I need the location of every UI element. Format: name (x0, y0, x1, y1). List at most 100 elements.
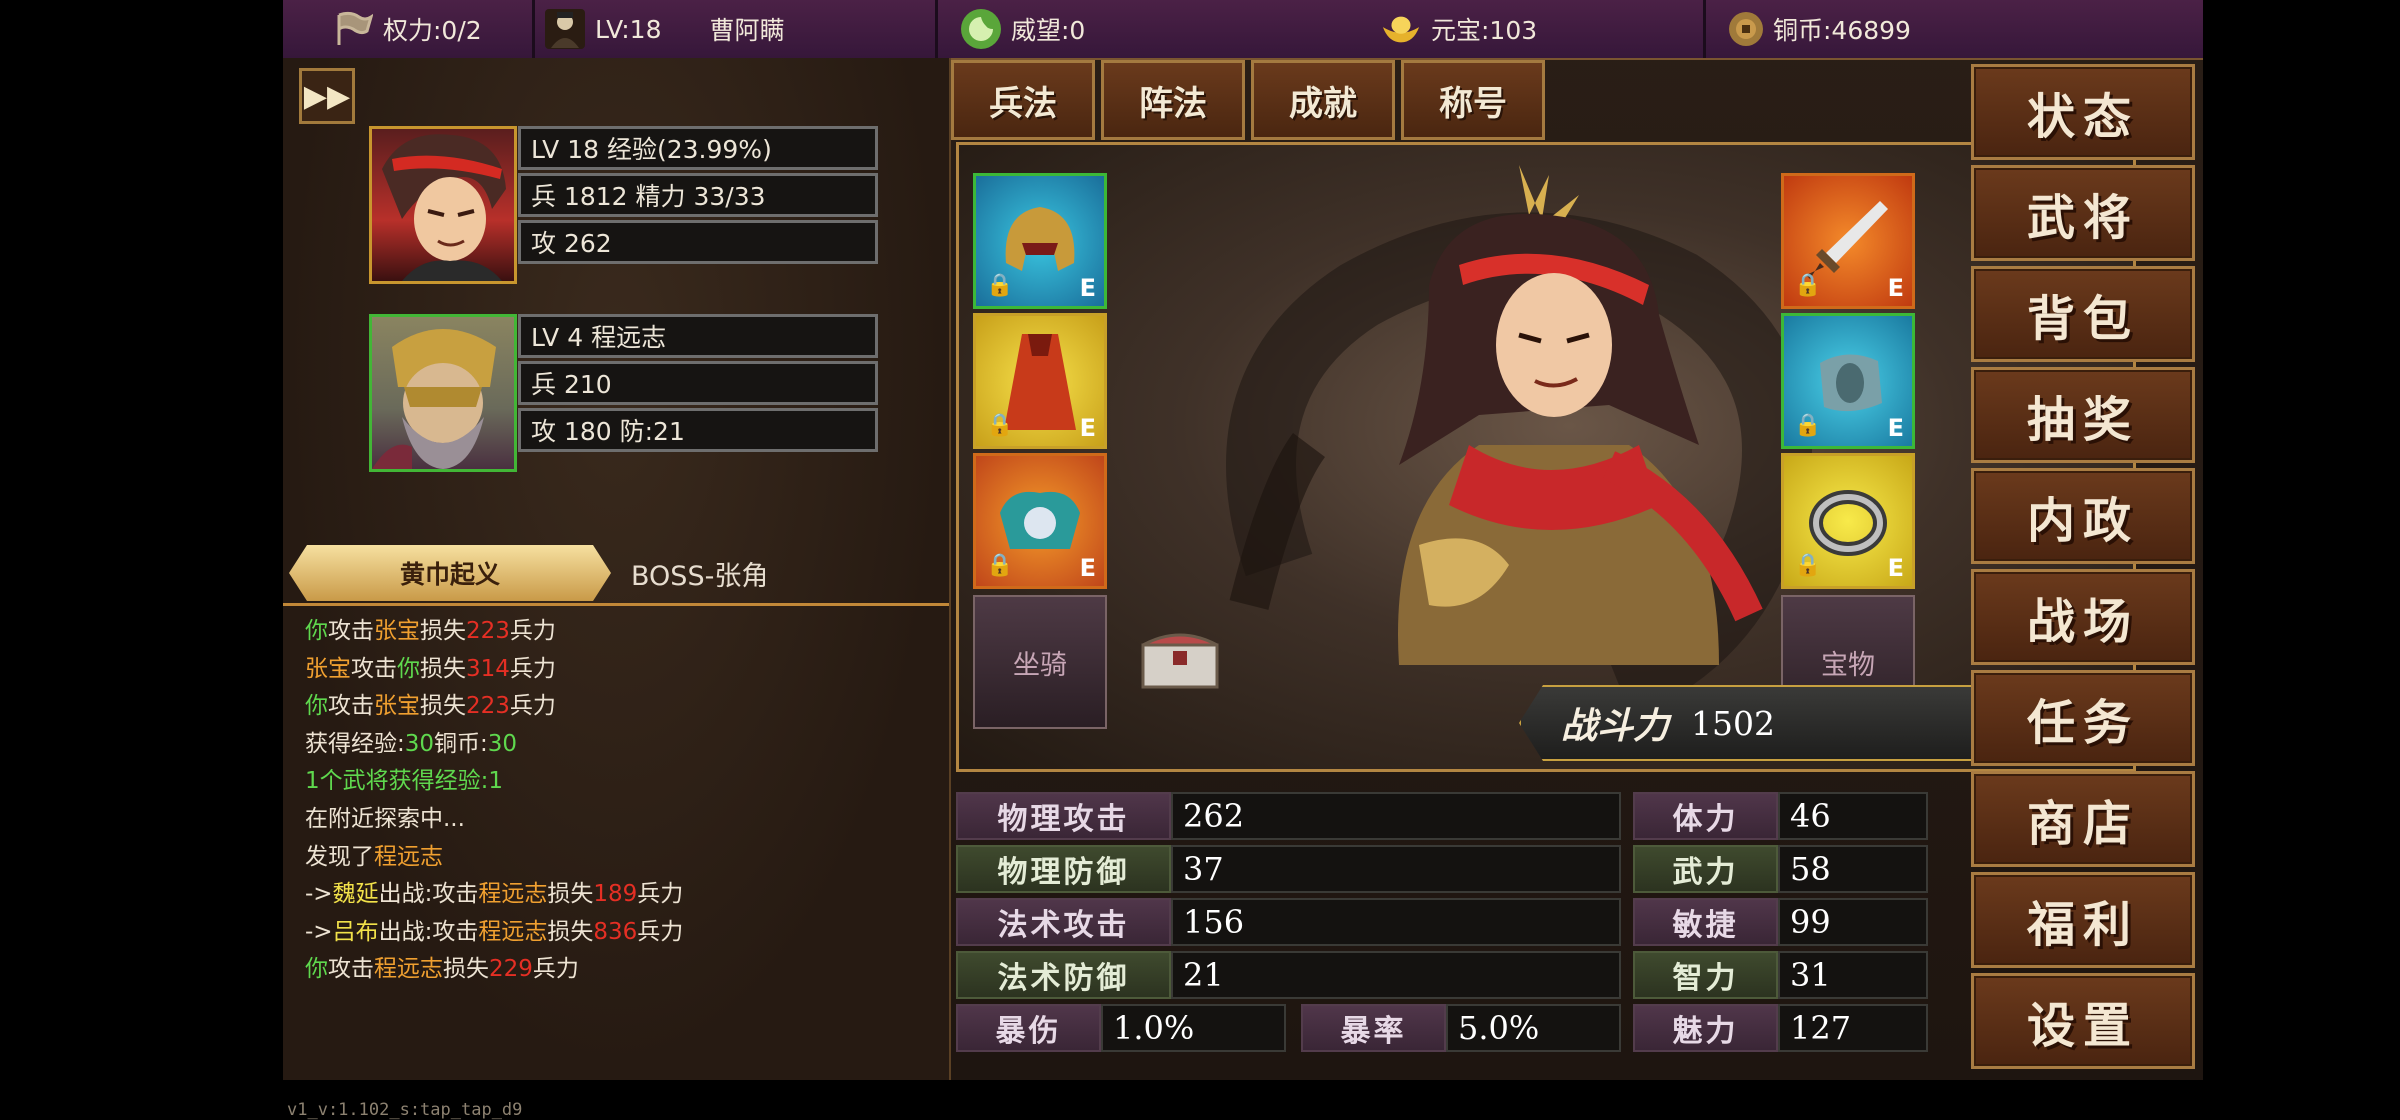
log-line: 获得经验:30铜币:30 (305, 730, 518, 757)
combat-power-value: 1502 (1691, 703, 1775, 743)
stat-value: 1.0% (1101, 1004, 1286, 1052)
character-stage: 🔒 E 🔒 E 🔒 E 坐骑 🔒 E 🔒 E 🔒 E 宝物 战斗力 1502 (956, 142, 2136, 772)
quest-bar: 黄巾起义 BOSS-张角 (283, 543, 949, 606)
log-line: 发现了程远志 (305, 843, 443, 870)
equip-label: E (1887, 274, 1904, 302)
stat-value: 156 (1171, 898, 1621, 946)
hero2-level-name: LV 4 程远志 (518, 314, 878, 358)
attribute-stats: 物理攻击 262 物理防御 37 法术攻击 156 法术防御 21 暴伤 1.0… (956, 782, 2136, 1072)
prestige-text: 威望:0 (1011, 16, 1086, 45)
hero2-stats: LV 4 程远志 兵 210 攻 180 防:21 (518, 314, 878, 455)
menu-domestic-button[interactable]: 内政 (1971, 468, 2195, 564)
menu-bag-button[interactable]: 背包 (1971, 266, 2195, 362)
stat-label: 暴率 (1301, 1004, 1446, 1052)
copper-text: 铜币:46899 (1773, 16, 1911, 45)
version-text: v1_v:1.102_s:tap_tap_d9 (287, 1100, 523, 1120)
mount-slot[interactable]: 坐骑 (973, 595, 1107, 729)
menu-lottery-button[interactable]: 抽奖 (1971, 367, 2195, 463)
log-line: 你攻击张宝损失223兵力 (305, 693, 556, 720)
cloak-slot[interactable]: 🔒 E (973, 313, 1107, 449)
battle-log: 你攻击张宝损失223兵力 张宝攻击你损失314兵力 你攻击张宝损失223兵力 获… (305, 613, 935, 989)
hero-figure-image (1398, 165, 1763, 665)
menu-generals-button[interactable]: 武将 (1971, 165, 2195, 261)
stat-label: 敏捷 (1633, 898, 1778, 946)
yuanbao-indicator[interactable]: 元宝:103 (1381, 0, 1537, 58)
stat-value: 99 (1778, 898, 1928, 946)
stat-row-crit-rate: 暴率 5.0% (1301, 1004, 1621, 1052)
stat-row-force: 武力 58 (1633, 845, 1928, 893)
quest-tab-yellow-turban[interactable]: 黄巾起义 (289, 545, 611, 601)
stat-label: 物理攻击 (956, 792, 1171, 840)
stat-value: 262 (1171, 792, 1621, 840)
hero2-troops: 兵 210 (518, 361, 878, 405)
armor-slot[interactable]: 🔒 E (973, 453, 1107, 589)
log-line: 在附近探索中... (305, 805, 465, 832)
lock-icon: 🔒 (1794, 413, 1822, 438)
menu-welfare-button[interactable]: 福利 (1971, 872, 2195, 968)
stat-row-crit-dmg: 暴伤 1.0% (956, 1004, 1286, 1052)
tab-art-of-war[interactable]: 兵法 (951, 60, 1095, 140)
stat-row-mag-def: 法术防御 21 (956, 951, 1621, 999)
coin-icon (1729, 12, 1763, 46)
hero2-portrait[interactable] (369, 314, 517, 472)
equip-label: E (1079, 554, 1096, 582)
bracer-slot[interactable]: 🔒 E (1781, 313, 1915, 449)
tab-formation[interactable]: 阵法 (1101, 60, 1245, 140)
log-line: 你攻击程远志损失229兵力 (305, 956, 579, 983)
combat-power-label: 战斗力 (1561, 705, 1670, 747)
hero1-attack: 攻 262 (518, 220, 878, 264)
stat-value: 21 (1171, 951, 1621, 999)
stat-label: 物理防御 (956, 845, 1171, 893)
equip-label: E (1887, 554, 1904, 582)
ring-slot[interactable]: 🔒 E (1781, 453, 1915, 589)
menu-battlefield-button[interactable]: 战场 (1971, 569, 2195, 665)
divider (532, 0, 535, 58)
menu-quest-button[interactable]: 任务 (1971, 670, 2195, 766)
player-info[interactable]: LV:18 曹阿瞒 (545, 0, 785, 58)
stat-row-charm: 魅力 127 (1633, 1004, 1928, 1052)
chest-icon[interactable] (1139, 625, 1221, 691)
helmet-slot[interactable]: 🔒 E (973, 173, 1107, 309)
lock-icon: 🔒 (1794, 273, 1822, 298)
divider (935, 0, 938, 58)
tab-title[interactable]: 称号 (1401, 60, 1545, 140)
equip-label: E (1887, 414, 1904, 442)
log-line: 你攻击张宝损失223兵力 (305, 618, 556, 644)
level-text: LV:18 (595, 14, 662, 44)
equip-label: E (1079, 274, 1096, 302)
combat-power-banner: 战斗力 1502 (1519, 685, 2009, 761)
top-resource-bar: 权力:0/2 LV:18 曹阿瞒 威望:0 元宝:103 铜币:46899 (283, 0, 2203, 60)
game-screen: 权力:0/2 LV:18 曹阿瞒 威望:0 元宝:103 铜币:46899 ▶▶… (283, 0, 2203, 1120)
prestige-indicator[interactable]: 威望:0 (961, 0, 1085, 58)
menu-settings-button[interactable]: 设置 (1971, 973, 2195, 1069)
menu-shop-button[interactable]: 商店 (1971, 771, 2195, 867)
stat-label: 魅力 (1633, 1004, 1778, 1052)
weapon-slot[interactable]: 🔒 E (1781, 173, 1915, 309)
stat-label: 武力 (1633, 845, 1778, 893)
lock-icon: 🔒 (986, 273, 1014, 298)
stat-row-agility: 敏捷 99 (1633, 898, 1928, 946)
fast-forward-button[interactable]: ▶▶ (299, 68, 355, 124)
stat-value: 5.0% (1446, 1004, 1621, 1052)
equip-label: E (1079, 414, 1096, 442)
hero1-troops: 兵 1812 精力 33/33 (518, 173, 878, 217)
stat-row-mag-atk: 法术攻击 156 (956, 898, 1621, 946)
yuanbao-text: 元宝:103 (1431, 16, 1538, 45)
stat-label: 暴伤 (956, 1004, 1101, 1052)
avatar-icon (545, 9, 585, 49)
stat-label: 法术防御 (956, 951, 1171, 999)
jade-icon (961, 9, 1001, 49)
menu-status-button[interactable]: 状态 (1971, 64, 2195, 160)
gold-ingot-icon (1381, 9, 1421, 49)
tab-achievement[interactable]: 成就 (1251, 60, 1395, 140)
power-text: 权力:0/2 (383, 16, 482, 45)
stat-value: 127 (1778, 1004, 1928, 1052)
stat-value: 37 (1171, 845, 1621, 893)
flag-icon (333, 9, 373, 49)
power-indicator[interactable]: 权力:0/2 (333, 0, 482, 58)
divider (1703, 0, 1706, 58)
stat-value: 31 (1778, 951, 1928, 999)
copper-indicator[interactable]: 铜币:46899 (1729, 0, 1911, 58)
hero1-portrait[interactable] (369, 126, 517, 284)
lock-icon: 🔒 (1794, 553, 1822, 578)
